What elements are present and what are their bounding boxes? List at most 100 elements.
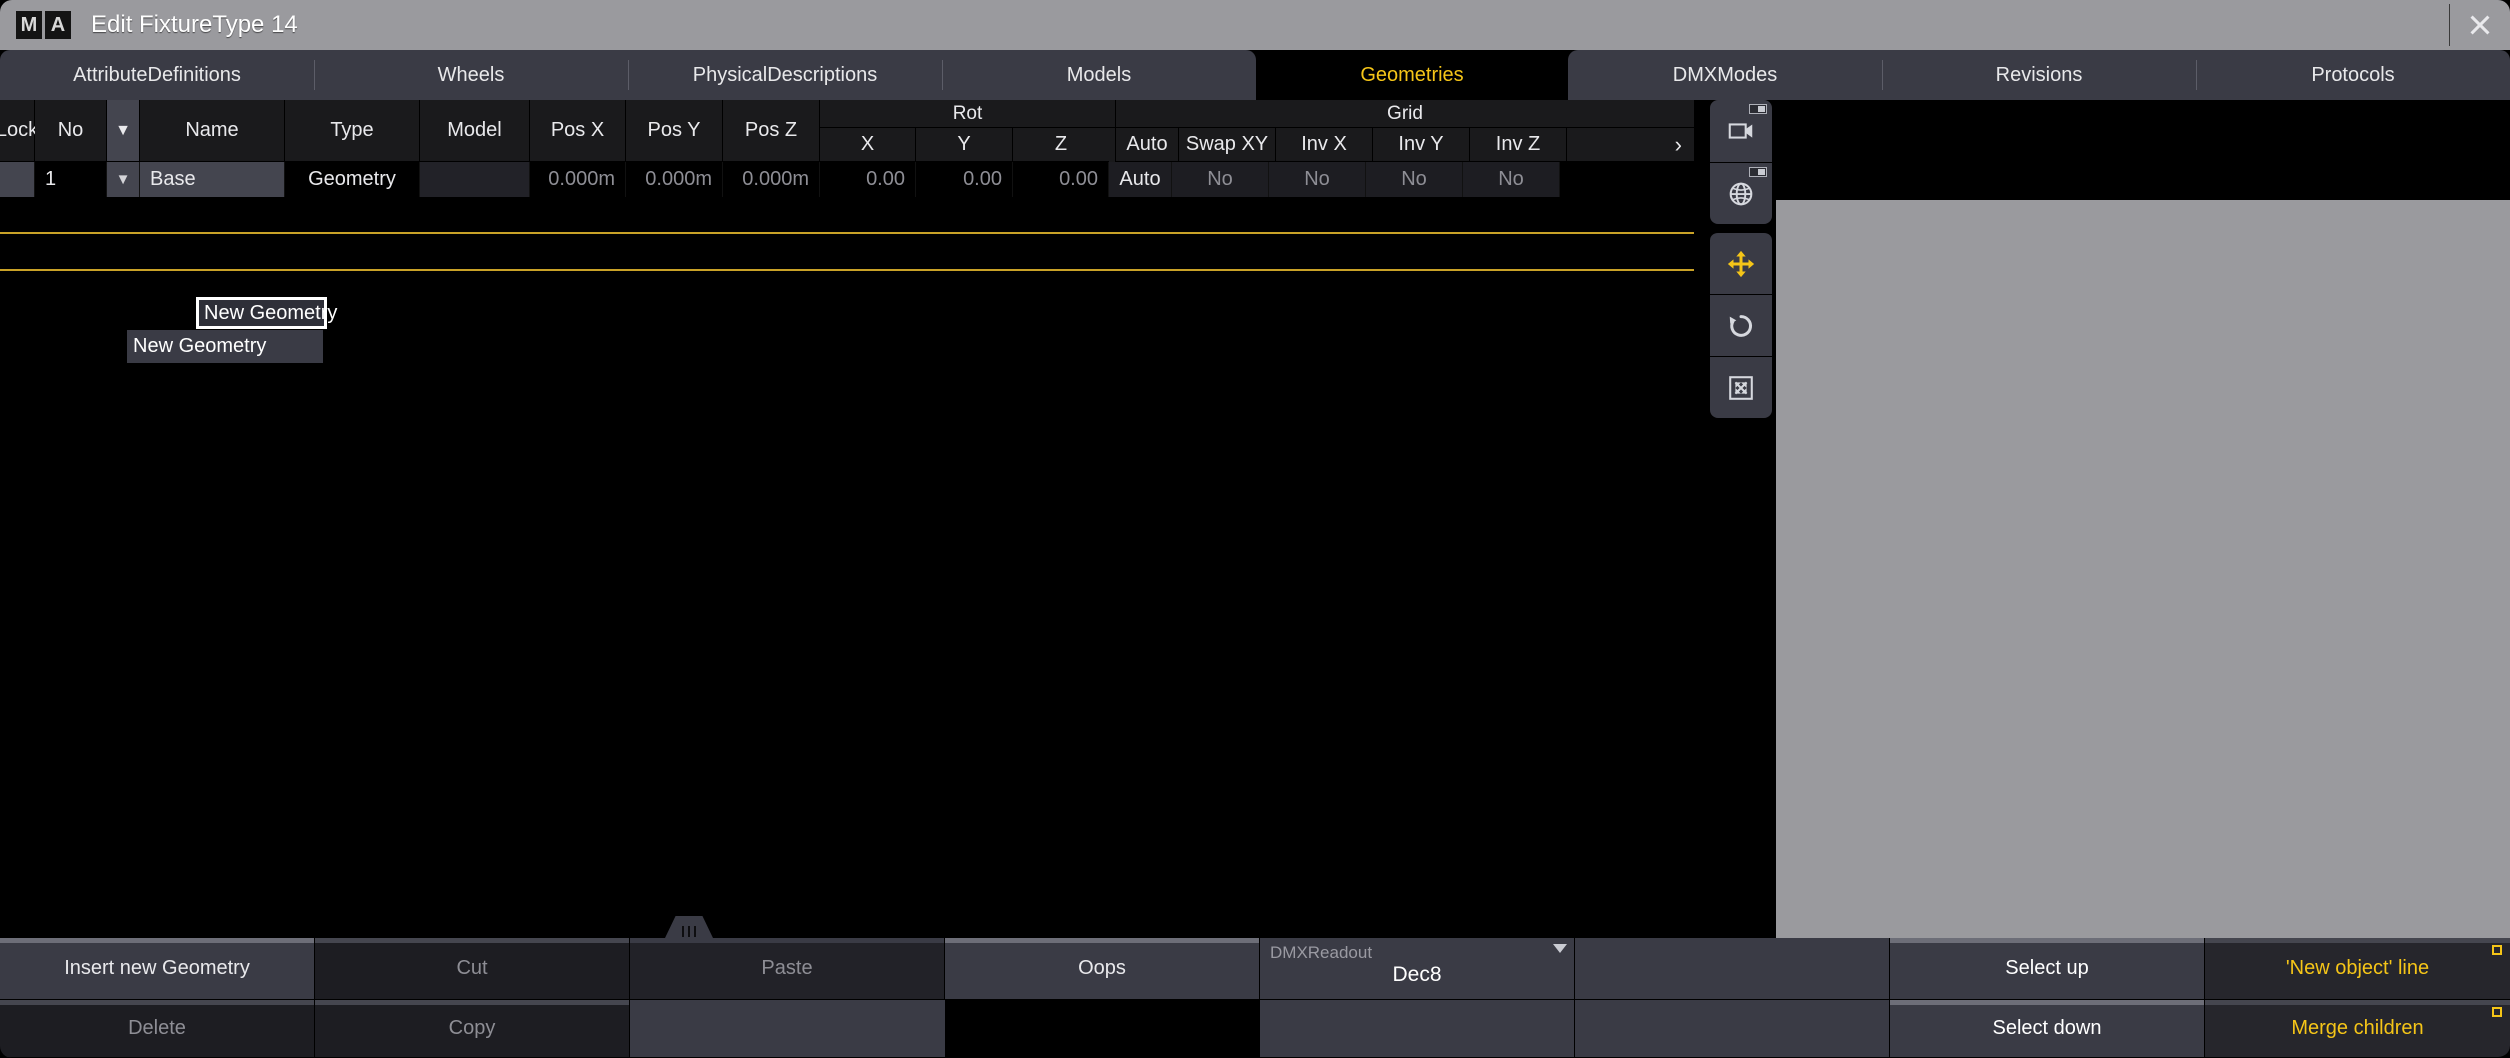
copy-button[interactable]: Copy: [315, 1000, 630, 1058]
tab-group-right: DMXModes Revisions Protocols: [1568, 50, 2510, 100]
column-header-pos-x[interactable]: Pos X: [530, 100, 626, 162]
column-header-name[interactable]: Name: [140, 100, 285, 162]
cell-model[interactable]: [420, 162, 530, 197]
new-object-line-label: 'New object' line: [2286, 957, 2429, 980]
command-column-spacer: [1575, 938, 1890, 1058]
column-header-sort-icon[interactable]: ▼: [107, 100, 140, 162]
cell-rot-y[interactable]: 0.00: [916, 162, 1013, 197]
command-empty-slot-4[interactable]: [1575, 938, 1890, 1000]
chevron-down-icon: [1553, 944, 1567, 953]
cell-expand-toggle[interactable]: ▼: [107, 162, 140, 197]
command-empty-slot-2: [945, 1000, 1260, 1058]
merge-children-toggle[interactable]: Merge children: [2205, 1000, 2510, 1058]
column-header-model[interactable]: Model: [420, 100, 530, 162]
grip-line-3: [694, 926, 696, 937]
cut-accent: [315, 938, 629, 943]
column-header-grid-inv-z[interactable]: Inv Z: [1470, 128, 1567, 162]
cell-grid-auto[interactable]: Auto: [1109, 162, 1172, 197]
cell-grid-swap-xy[interactable]: No: [1172, 162, 1269, 197]
tab-revisions[interactable]: Revisions: [1882, 50, 2196, 100]
logo-letter-m: M: [16, 11, 42, 39]
select-up-accent: [1890, 938, 2204, 943]
column-header-grid-inv-x[interactable]: Inv X: [1276, 128, 1373, 162]
sheet-header-row[interactable]: Lock No ▼ Name Type Model Pos X Pos Y Po…: [0, 100, 1694, 162]
camera-toggle-indicator[interactable]: [1749, 104, 1767, 114]
tab-revisions-label: Revisions: [1996, 64, 2083, 87]
cell-lock[interactable]: [0, 162, 35, 197]
cell-grid-inv-y[interactable]: No: [1366, 162, 1463, 197]
command-bar[interactable]: Insert new Geometry Delete Cut Copy Past…: [0, 938, 2510, 1058]
new-geometry-name-input[interactable]: New Geometry: [196, 297, 327, 329]
viewport-tool-strip[interactable]: [1710, 100, 1772, 418]
tab-geometries[interactable]: Geometries: [1256, 50, 1568, 100]
paste-button[interactable]: Paste: [630, 938, 945, 1000]
column-header-lock[interactable]: Lock: [0, 100, 35, 162]
geometry-sheet[interactable]: Lock No ▼ Name Type Model Pos X Pos Y Po…: [0, 100, 1694, 938]
column-header-rot-y[interactable]: Y: [916, 128, 1013, 162]
3d-viewport[interactable]: [1776, 200, 2510, 1038]
new-object-line-accent: [2205, 938, 2510, 943]
column-header-rot-x[interactable]: X: [820, 128, 916, 162]
column-header-grid-swap-xy[interactable]: Swap XY: [1179, 128, 1276, 162]
close-button[interactable]: [2450, 0, 2510, 50]
cell-type[interactable]: Geometry: [285, 162, 420, 197]
select-down-button[interactable]: Select down: [1890, 1000, 2205, 1058]
command-empty-slot-5[interactable]: [1575, 1000, 1890, 1058]
paste-accent: [630, 938, 944, 943]
autocomplete-suggestion[interactable]: New Geometry: [127, 330, 323, 363]
merge-children-label: Merge children: [2291, 1017, 2423, 1040]
column-header-no[interactable]: No: [35, 100, 107, 162]
column-group-grid: Grid Auto Swap XY Inv X Inv Y Inv Z ›: [1116, 100, 1694, 162]
insert-new-geometry-button[interactable]: Insert new Geometry: [0, 938, 315, 1000]
tab-bar[interactable]: AttributeDefinitions WheelsPhysicalDescri…: [0, 50, 2510, 100]
merge-children-accent: [2205, 1000, 2510, 1005]
column-header-pos-y[interactable]: Pos Y: [626, 100, 723, 162]
move-tool-button[interactable]: [1710, 232, 1772, 294]
column-header-type[interactable]: Type: [285, 100, 420, 162]
select-up-button[interactable]: Select up: [1890, 938, 2205, 1000]
cell-rot-x[interactable]: 0.00: [820, 162, 916, 197]
tab-wheels[interactable]: Wheels: [314, 50, 628, 100]
command-column-paste: Paste: [630, 938, 945, 1058]
delete-button[interactable]: Delete: [0, 1000, 315, 1058]
cell-pos-y[interactable]: 0.000m: [626, 162, 723, 197]
tab-dmxmodes[interactable]: DMXModes: [1568, 50, 1882, 100]
column-group-rot-subs: X Y Z: [820, 128, 1115, 162]
command-empty-slot-3[interactable]: [1260, 1000, 1575, 1058]
cell-no[interactable]: 1: [35, 162, 107, 197]
globe-tool-button[interactable]: [1710, 162, 1772, 224]
cell-name[interactable]: Base: [140, 162, 285, 197]
tab-attributedefinitions[interactable]: AttributeDefinitions: [0, 50, 314, 100]
tab-dmxmodes-label: DMXModes: [1673, 64, 1777, 87]
globe-toggle-indicator[interactable]: [1749, 167, 1767, 177]
tab-protocols[interactable]: Protocols: [2196, 50, 2510, 100]
tab-models[interactable]: Models: [942, 50, 1256, 100]
oops-button[interactable]: Oops: [945, 938, 1260, 1000]
command-column-toggles: 'New object' line Merge children: [2205, 938, 2510, 1058]
tab-protocols-label: Protocols: [2311, 64, 2394, 87]
column-header-rot-z[interactable]: Z: [1013, 128, 1109, 162]
cell-pos-z[interactable]: 0.000m: [723, 162, 820, 197]
cell-pos-x[interactable]: 0.000m: [530, 162, 626, 197]
column-header-grid-auto[interactable]: Auto: [1116, 128, 1179, 162]
paste-label: Paste: [761, 957, 812, 980]
dmx-readout-dropdown[interactable]: DMXReadout Dec8: [1260, 938, 1575, 1000]
cut-button[interactable]: Cut: [315, 938, 630, 1000]
scale-tool-button[interactable]: [1710, 356, 1772, 418]
column-header-pos-z[interactable]: Pos Z: [723, 100, 820, 162]
globe-icon: [1726, 179, 1756, 209]
ma-logo: M A: [16, 11, 71, 39]
column-header-more-chevron[interactable]: ›: [1567, 128, 1694, 162]
tab-attributedefinitions-label: AttributeDefinitions: [73, 64, 241, 87]
autocomplete-suggestion-label: New Geometry: [133, 335, 266, 358]
tab-physicaldescriptions[interactable]: PhysicalDescriptions: [628, 50, 942, 100]
command-column-select: Select up Select down: [1890, 938, 2205, 1058]
new-object-line-toggle[interactable]: 'New object' line: [2205, 938, 2510, 1000]
rotate-tool-button[interactable]: [1710, 294, 1772, 356]
cell-rot-z[interactable]: 0.00: [1013, 162, 1109, 197]
camera-tool-button[interactable]: [1710, 100, 1772, 162]
table-row[interactable]: 1 ▼ Base Geometry 0.000m 0.000m 0.000m 0…: [0, 162, 1694, 197]
cell-grid-inv-z[interactable]: No: [1463, 162, 1560, 197]
column-header-grid-inv-y[interactable]: Inv Y: [1373, 128, 1470, 162]
cell-grid-inv-x[interactable]: No: [1269, 162, 1366, 197]
